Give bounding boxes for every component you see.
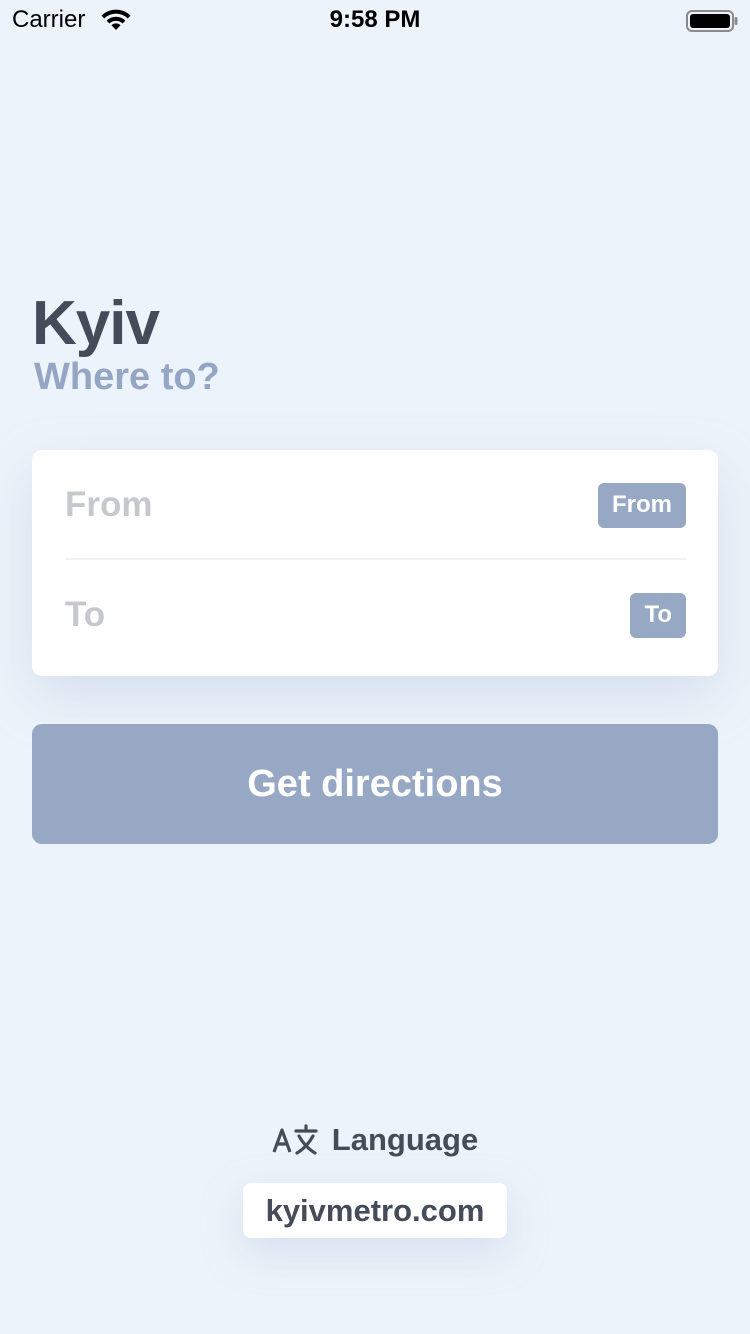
status-bar: Carrier 9:58 PM: [0, 0, 750, 40]
page-title: Kyiv: [32, 289, 160, 358]
from-row[interactable]: From: [65, 450, 686, 560]
to-input[interactable]: [65, 595, 465, 635]
from-input[interactable]: [65, 485, 465, 525]
screen: Carrier 9:58 PM Kyiv Where to? From To G…: [0, 0, 750, 1334]
clock: 9:58 PM: [329, 6, 421, 33]
to-badge: To: [630, 592, 686, 638]
route-card: From To: [32, 450, 718, 676]
battery-icon: [686, 10, 738, 32]
get-directions-button[interactable]: Get directions: [32, 724, 718, 844]
language-label: Language: [331, 1122, 479, 1157]
from-badge: From: [598, 482, 686, 528]
website-link[interactable]: kyivmetro.com: [243, 1183, 507, 1238]
translate-icon: [272, 1124, 318, 1155]
to-row[interactable]: To: [65, 560, 686, 670]
page-subtitle: Where to?: [34, 356, 220, 398]
language-button[interactable]: Language: [0, 1118, 750, 1162]
